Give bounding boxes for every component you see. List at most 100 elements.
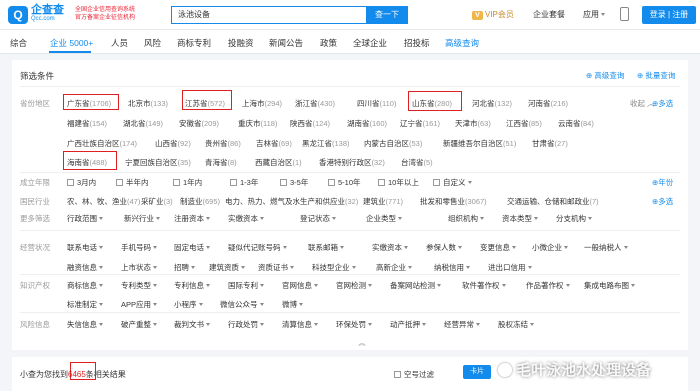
region-item[interactable]: 安徽省(209): [179, 118, 219, 129]
filter-dropdown[interactable]: 失信信息: [67, 319, 103, 330]
region-item[interactable]: 北京市(133): [128, 98, 168, 109]
filter-dropdown[interactable]: 专利信息: [174, 280, 210, 291]
filter-dropdown[interactable]: 专利类型: [121, 280, 157, 291]
region-item[interactable]: 台湾省(5): [401, 157, 433, 168]
region-item[interactable]: 河北省(132): [472, 98, 512, 109]
empty-number-filter[interactable]: 空号过滤: [394, 369, 434, 380]
filter-dropdown[interactable]: 小微企业: [532, 242, 568, 253]
filter-dropdown[interactable]: 股权冻结: [498, 319, 534, 330]
filter-dropdown[interactable]: 官网检测: [336, 280, 372, 291]
filter-dropdown[interactable]: 裁判文书: [174, 319, 210, 330]
year-link[interactable]: ⊕年份: [652, 177, 673, 188]
region-item[interactable]: 四川省(110): [357, 98, 396, 109]
region-item[interactable]: 河南省(216): [528, 98, 568, 109]
filter-dropdown[interactable]: 商标信息: [67, 280, 103, 291]
region-item[interactable]: 甘肃省(27): [532, 138, 568, 149]
tab-people[interactable]: 人员: [111, 37, 128, 49]
search-button[interactable]: 查一下: [366, 6, 408, 24]
filter-dropdown[interactable]: 建筑资质: [209, 262, 245, 273]
apps-menu[interactable]: 应用: [583, 9, 605, 20]
filter-dropdown[interactable]: 组织机构: [448, 213, 484, 224]
filter-dropdown[interactable]: 一般纳税人: [584, 242, 628, 253]
founded-option[interactable]: 5-10年: [328, 177, 361, 188]
tab-trademark-patent[interactable]: 商标专利: [177, 37, 211, 49]
filter-dropdown[interactable]: 标准制定: [67, 299, 103, 310]
region-item[interactable]: 广西壮族自治区(174): [67, 138, 137, 149]
region-item[interactable]: 陕西省(124): [290, 118, 330, 129]
region-item[interactable]: 湖北省(149): [123, 118, 163, 129]
search-input[interactable]: 泳池设备: [171, 6, 366, 24]
filter-dropdown[interactable]: 微博: [282, 299, 303, 310]
founded-option[interactable]: 半年内: [116, 177, 149, 188]
filter-dropdown[interactable]: 参保人数: [426, 242, 462, 253]
founded-option[interactable]: 3月内: [67, 177, 96, 188]
filter-dropdown[interactable]: 行政处罚: [228, 319, 264, 330]
tab-all[interactable]: 综合: [10, 37, 27, 49]
region-item[interactable]: 吉林省(69): [256, 138, 292, 149]
region-item[interactable]: 山西省(92): [155, 138, 191, 149]
filter-dropdown[interactable]: 进出口信用: [488, 262, 532, 273]
tab-policy[interactable]: 政策: [320, 37, 337, 49]
filter-dropdown[interactable]: 上市状态: [121, 262, 157, 273]
region-item[interactable]: 福建省(154): [67, 118, 107, 129]
region-item[interactable]: 西藏自治区(1): [255, 157, 302, 168]
filter-dropdown[interactable]: 国际专利: [228, 280, 264, 291]
region-item[interactable]: 新疆维吾尔自治区(51): [443, 138, 516, 149]
vip-link[interactable]: V VIP会员: [472, 9, 514, 20]
filter-dropdown[interactable]: APP应用: [121, 299, 158, 310]
filter-dropdown[interactable]: 招聘: [174, 262, 195, 273]
filter-dropdown[interactable]: 备案网站检测: [390, 280, 441, 291]
tab-bidding[interactable]: 招投标: [404, 37, 430, 49]
industry-item[interactable]: 批发和零售业(3067): [420, 196, 487, 207]
tab-risk[interactable]: 风险: [144, 37, 161, 49]
tab-global[interactable]: 全球企业: [353, 37, 387, 49]
tab-companies[interactable]: 企业 5000+: [50, 37, 93, 49]
industry-item[interactable]: 农、林、牧、渔业(47): [67, 196, 140, 207]
region-item[interactable]: 上海市(294): [242, 98, 282, 109]
region-item[interactable]: 江西省(85): [506, 118, 542, 129]
filter-dropdown[interactable]: 纳税信用: [434, 262, 470, 273]
mobile-phone-icon[interactable]: [620, 7, 629, 21]
enterprise-plan-link[interactable]: 企业套餐: [533, 9, 565, 20]
filter-dropdown[interactable]: 官网信息: [282, 280, 318, 291]
filter-dropdown[interactable]: 实缴资本: [372, 242, 408, 253]
multi-select-link[interactable]: ⊕多选: [652, 196, 673, 207]
region-item[interactable]: 云南省(84): [558, 118, 594, 129]
founded-option[interactable]: 10年以上: [378, 177, 419, 188]
region-item[interactable]: 黑龙江省(138): [302, 138, 350, 149]
founded-option[interactable]: 1-3年: [230, 177, 258, 188]
industry-item[interactable]: 采矿业(3): [141, 196, 173, 207]
filter-dropdown[interactable]: 作品著作权: [526, 280, 570, 291]
region-item[interactable]: 浙江省(430): [295, 98, 335, 109]
filter-dropdown[interactable]: 固定电话: [174, 242, 210, 253]
filter-dropdown[interactable]: 动产抵押: [390, 319, 426, 330]
filter-dropdown[interactable]: 清算信息: [282, 319, 318, 330]
region-item[interactable]: 内蒙古自治区(53): [364, 138, 422, 149]
region-item[interactable]: 宁夏回族自治区(35): [125, 157, 191, 168]
logo[interactable]: Q 企查查 Qcc.com: [8, 5, 64, 24]
industry-item[interactable]: 制造业(695): [180, 196, 220, 207]
filter-dropdown[interactable]: 小程序: [174, 299, 203, 310]
filter-dropdown[interactable]: 登记状态: [300, 213, 336, 224]
filter-dropdown[interactable]: 疑似代记账号码: [228, 242, 287, 253]
filter-dropdown[interactable]: 新兴行业: [124, 213, 160, 224]
filter-dropdown[interactable]: 企业类型: [366, 213, 402, 224]
filter-dropdown[interactable]: 融资信息: [67, 262, 103, 273]
batch-search-link[interactable]: ⊕ 批量查询: [637, 70, 675, 81]
filter-dropdown[interactable]: 集成电路布图: [584, 280, 635, 291]
filter-dropdown[interactable]: 联系邮箱: [308, 242, 344, 253]
filter-dropdown[interactable]: 行政范围: [67, 213, 103, 224]
filter-dropdown[interactable]: 分支机构: [556, 213, 592, 224]
advanced-search-link[interactable]: ⊕ 高级查询: [586, 70, 624, 81]
region-item[interactable]: 香港特别行政区(32): [319, 157, 385, 168]
filter-dropdown[interactable]: 经营异常: [444, 319, 480, 330]
collapse-toggle[interactable]: 收起 ︿: [630, 98, 655, 109]
filter-dropdown[interactable]: 微信公众号: [220, 299, 264, 310]
founded-option[interactable]: 自定义: [433, 177, 472, 188]
filter-dropdown[interactable]: 环保处罚: [336, 319, 372, 330]
industry-item[interactable]: 电力、热力、燃气及水生产和供应业(32): [225, 196, 358, 207]
region-item[interactable]: 湖南省(160): [347, 118, 387, 129]
region-item[interactable]: 贵州省(86): [205, 138, 241, 149]
filter-dropdown[interactable]: 注册资本: [174, 213, 210, 224]
region-item[interactable]: 青海省(8): [205, 157, 237, 168]
